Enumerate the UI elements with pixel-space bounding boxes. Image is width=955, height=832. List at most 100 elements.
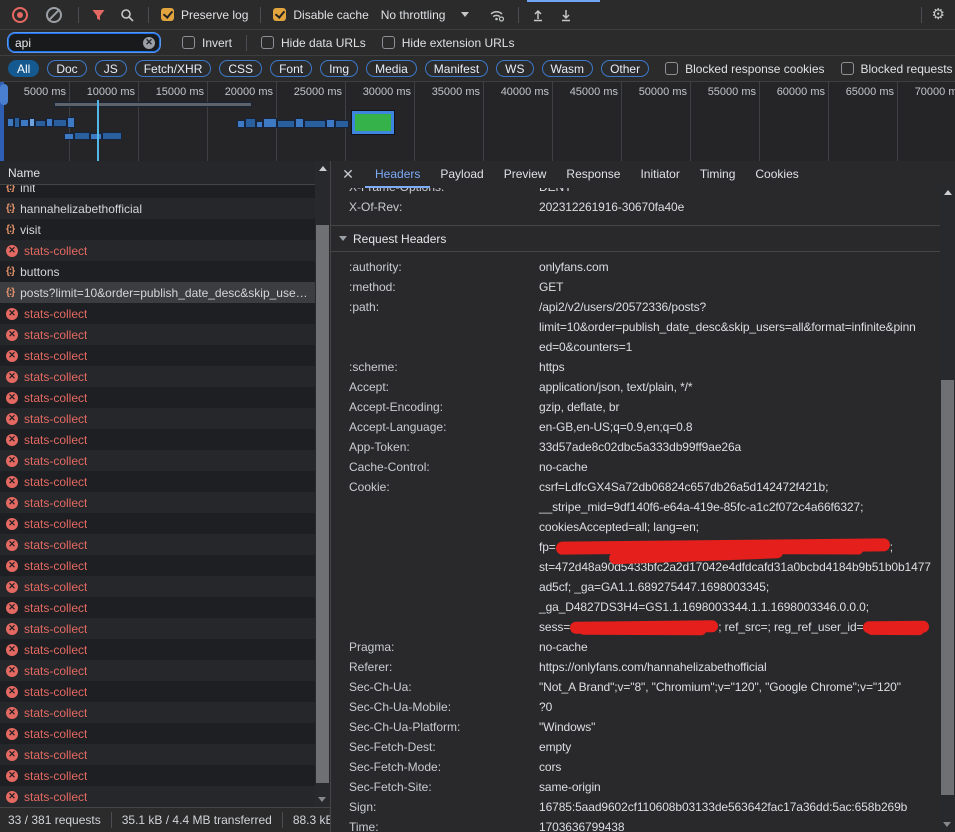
network-overview-timeline[interactable]: 5000 ms10000 ms15000 ms20000 ms25000 ms3… <box>0 82 955 162</box>
export-har-icon[interactable] <box>559 8 573 22</box>
tab-preview[interactable]: Preview <box>494 161 557 188</box>
filter-pill-manifest[interactable]: Manifest <box>425 60 488 77</box>
hide-data-urls-checkbox[interactable]: Hide data URLs <box>261 36 366 50</box>
request-row[interactable]: ✕stats-collect <box>0 765 315 786</box>
request-row[interactable]: {:}buttons <box>0 261 315 282</box>
details-scrollbar[interactable] <box>940 185 955 832</box>
filter-pill-doc[interactable]: Doc <box>47 60 86 77</box>
checkbox-icon[interactable] <box>841 62 854 75</box>
filter-pill-font[interactable]: Font <box>270 60 312 77</box>
request-row[interactable]: ✕stats-collect <box>0 324 315 345</box>
request-row[interactable]: ✕stats-collect <box>0 576 315 597</box>
checkbox-icon[interactable] <box>382 36 395 49</box>
close-icon[interactable]: ✕ <box>339 166 357 183</box>
hide-extension-urls-checkbox[interactable]: Hide extension URLs <box>382 36 515 50</box>
invert-checkbox[interactable]: Invert <box>182 36 232 50</box>
tab-initiator[interactable]: Initiator <box>630 161 689 188</box>
clear-filter-icon[interactable]: ✕ <box>143 37 155 49</box>
clear-icon[interactable] <box>46 7 62 23</box>
filter-input[interactable]: api ✕ <box>8 33 160 52</box>
name-column-header[interactable]: Name <box>0 161 330 185</box>
checkbox-icon[interactable] <box>665 62 678 75</box>
filter-icon[interactable] <box>91 8 106 22</box>
failed-request-icon: ✕ <box>6 392 18 404</box>
tab-timing[interactable]: Timing <box>690 161 746 188</box>
scroll-down-icon[interactable] <box>943 822 951 827</box>
request-row[interactable]: ✕stats-collect <box>0 597 315 618</box>
request-row[interactable]: ✕stats-collect <box>0 408 315 429</box>
failed-request-icon: ✕ <box>6 518 18 530</box>
filter-pill-js[interactable]: JS <box>95 60 127 77</box>
tab-cookies[interactable]: Cookies <box>745 161 808 188</box>
filter-pill-wasm[interactable]: Wasm <box>542 60 594 77</box>
filter-checkbox-blocked-response-cookies[interactable]: Blocked response cookies <box>665 62 824 76</box>
request-row[interactable]: ✕stats-collect <box>0 723 315 744</box>
failed-request-icon: ✕ <box>6 728 18 740</box>
settings-gear-icon[interactable]: ⚙ <box>932 7 945 22</box>
request-row[interactable]: {:}init <box>0 185 315 198</box>
preserve-log-checkbox[interactable]: Preserve log <box>161 8 248 22</box>
import-har-icon[interactable] <box>531 8 545 22</box>
filter-pill-other[interactable]: Other <box>601 60 649 77</box>
filter-pill-ws[interactable]: WS <box>496 60 533 77</box>
scrollbar-thumb[interactable] <box>316 225 329 783</box>
tab-headers[interactable]: Headers <box>365 161 430 188</box>
request-row[interactable]: {:}posts?limit=10&order=publish_date_des… <box>0 282 315 303</box>
request-row[interactable]: ✕stats-collect <box>0 681 315 702</box>
filter-pill-img[interactable]: Img <box>320 60 358 77</box>
request-row[interactable]: {:}hannahelizabethofficial <box>0 198 315 219</box>
filter-pill-all[interactable]: All <box>8 60 39 77</box>
scroll-up-icon[interactable] <box>944 190 952 195</box>
scrollbar-thumb[interactable] <box>941 380 954 795</box>
request-row[interactable]: ✕stats-collect <box>0 660 315 681</box>
search-icon[interactable] <box>120 8 134 22</box>
request-row[interactable]: ✕stats-collect <box>0 345 315 366</box>
filter-checkbox-blocked-requests[interactable]: Blocked requests <box>841 62 953 76</box>
request-row[interactable]: ✕stats-collect <box>0 240 315 261</box>
header-value-line: __stripe_mid=9df140f6-e64a-419e-85fc-a1c… <box>539 497 940 517</box>
request-row[interactable]: ✕stats-collect <box>0 387 315 408</box>
checkbox-icon[interactable] <box>161 8 174 21</box>
tab-response[interactable]: Response <box>556 161 630 188</box>
request-row[interactable]: ✕stats-collect <box>0 492 315 513</box>
disable-cache-checkbox[interactable]: Disable cache <box>273 8 368 22</box>
request-row[interactable]: ✕stats-collect <box>0 555 315 576</box>
scroll-down-icon[interactable] <box>318 797 326 802</box>
record-icon[interactable] <box>12 7 28 23</box>
tab-payload[interactable]: Payload <box>430 161 493 188</box>
filter-pill-css[interactable]: CSS <box>219 60 262 77</box>
chevron-down-icon[interactable] <box>461 12 469 17</box>
request-row[interactable]: {:}visit <box>0 219 315 240</box>
waterfall-block <box>91 134 101 139</box>
header-value-line: en-GB,en-US;q=0.9,en;q=0.8 <box>539 417 940 437</box>
scroll-up-icon[interactable] <box>319 166 327 171</box>
request-headers-section[interactable]: Request Headers <box>331 226 940 252</box>
request-row[interactable]: ✕stats-collect <box>0 534 315 555</box>
request-row[interactable]: ✕stats-collect <box>0 786 315 807</box>
throttling-select[interactable]: No throttling <box>381 8 446 22</box>
checkbox-icon[interactable] <box>182 36 195 49</box>
requests-scrollbar[interactable] <box>315 161 330 807</box>
request-row[interactable]: ✕stats-collect <box>0 471 315 492</box>
request-row[interactable]: ✕stats-collect <box>0 513 315 534</box>
filter-pill-fetch-xhr[interactable]: Fetch/XHR <box>135 60 212 77</box>
network-conditions-icon[interactable] <box>489 8 506 22</box>
request-row[interactable]: ✕stats-collect <box>0 618 315 639</box>
checkbox-icon[interactable] <box>261 36 274 49</box>
request-row[interactable]: ✕stats-collect <box>0 702 315 723</box>
request-row[interactable]: ✕stats-collect <box>0 744 315 765</box>
failed-request-icon: ✕ <box>6 665 18 677</box>
checkbox-icon[interactable] <box>273 8 286 21</box>
request-row[interactable]: ✕stats-collect <box>0 366 315 387</box>
request-row[interactable]: ✕stats-collect <box>0 639 315 660</box>
failed-request-icon: ✕ <box>6 749 18 761</box>
header-name: Referer: <box>349 657 539 677</box>
disclosure-triangle-icon[interactable] <box>339 236 347 241</box>
filter-pill-media[interactable]: Media <box>366 60 417 77</box>
waterfall-block <box>305 121 325 127</box>
screenshot-marker[interactable] <box>352 111 394 134</box>
request-row[interactable]: ✕stats-collect <box>0 303 315 324</box>
divider <box>148 7 149 23</box>
request-row[interactable]: ✕stats-collect <box>0 429 315 450</box>
request-row[interactable]: ✕stats-collect <box>0 450 315 471</box>
